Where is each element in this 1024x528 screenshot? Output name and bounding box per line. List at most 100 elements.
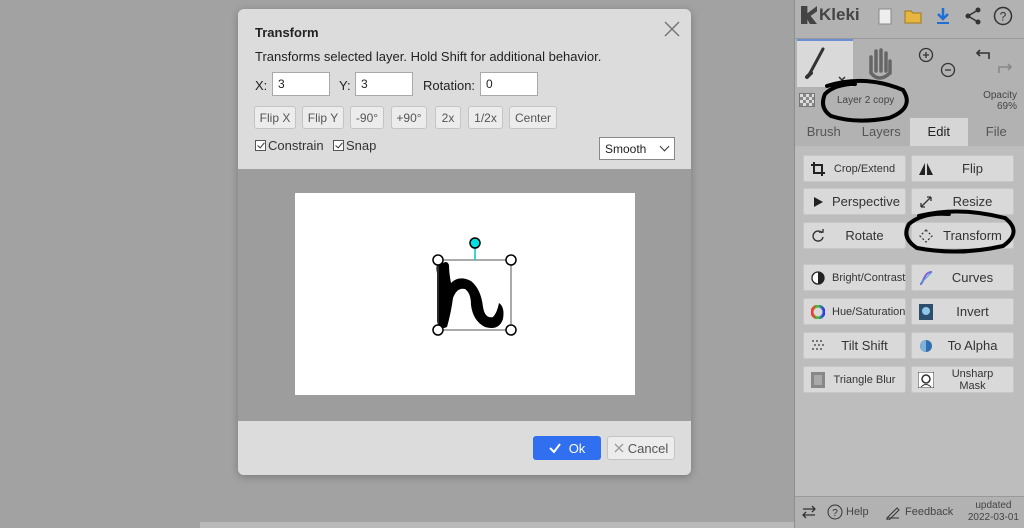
new-image-icon[interactable] [875, 6, 895, 26]
save-download-icon[interactable] [933, 6, 953, 26]
scale-handle-top-left[interactable] [432, 254, 444, 266]
side-panel: Kleki ? Layer 2 copy Opacity 69% Brush L… [794, 0, 1024, 528]
constrain-checkbox[interactable]: Constrain [255, 138, 324, 153]
updated-date: 2022-03-01 [967, 512, 1019, 523]
y-label: Y: [339, 78, 351, 93]
scale-handle-bottom-left[interactable] [432, 324, 444, 336]
rotation-label: Rotation: [423, 78, 476, 93]
to-alpha-label: To Alpha [947, 338, 998, 353]
app-name: Kleki [819, 5, 860, 24]
tab-brush[interactable]: Brush [795, 118, 853, 146]
bright-contrast-button[interactable]: Bright/Contrast [803, 264, 906, 291]
chevron-down-icon [659, 141, 670, 152]
perspective-button[interactable]: Perspective [803, 188, 906, 215]
transform-icon [918, 228, 934, 244]
open-folder-icon[interactable] [903, 6, 923, 26]
curves-button[interactable]: Curves [911, 264, 1014, 291]
preview-drawing [432, 237, 517, 336]
snap-label: Snap [346, 138, 377, 153]
x-label: X: [255, 78, 268, 93]
rotation-input[interactable]: 0 [480, 72, 538, 96]
svg-text:?: ? [832, 508, 838, 519]
flip-y-button[interactable]: Flip Y [302, 106, 344, 129]
scale-2x-button[interactable]: 2x [435, 106, 461, 129]
perspective-icon [810, 194, 826, 210]
dialog-description: Transforms selected layer. Hold Shift fo… [255, 49, 602, 64]
rotation-handle[interactable] [469, 237, 481, 249]
layer-opacity[interactable]: Opacity 69% [983, 90, 1017, 112]
unsharp-mask-button[interactable]: Unsharp Mask [911, 366, 1014, 393]
brush-tool[interactable] [797, 39, 853, 87]
help-icon[interactable]: ? [993, 6, 1013, 26]
layer-thumbnail [799, 93, 815, 107]
updated-label: updated [975, 500, 1012, 511]
snap-checkbox[interactable]: Snap [333, 138, 376, 153]
hand-tool[interactable] [857, 43, 901, 83]
feedback-label: Feedback [905, 506, 954, 518]
feedback-button[interactable]: Feedback [885, 504, 953, 520]
undo-redo-controls[interactable] [967, 43, 1021, 83]
ok-label: Ok [568, 440, 586, 456]
transform-label: Transform [943, 228, 1002, 243]
share-icon[interactable] [963, 6, 983, 26]
cancel-label: Cancel [627, 440, 669, 456]
hue-saturation-label: Hue/Saturation [832, 305, 906, 318]
rotate-left-button[interactable]: -90° [350, 106, 384, 129]
hue-icon [810, 304, 826, 320]
cancel-button[interactable]: Cancel [607, 436, 675, 460]
brush-icon [805, 47, 846, 82]
scale-handle-top-right[interactable] [505, 254, 517, 266]
y-input[interactable]: 3 [355, 72, 413, 96]
layer-row[interactable]: Layer 2 copy Opacity 69% [795, 88, 1024, 118]
tilt-shift-label: Tilt Shift [841, 338, 888, 353]
scale-half-button[interactable]: 1/2x [468, 106, 503, 129]
interpolation-select[interactable]: Smooth [599, 137, 675, 160]
triangle-blur-button[interactable]: Triangle Blur [803, 366, 906, 393]
tool-row [795, 38, 1024, 88]
bright-contrast-label: Bright/Contrast [832, 271, 906, 284]
curves-label: Curves [951, 270, 994, 285]
x-input[interactable]: 3 [272, 72, 330, 96]
flip-x-button[interactable]: Flip X [254, 106, 296, 129]
kleki-logo-icon [801, 6, 817, 24]
opacity-value: 69% [996, 101, 1017, 112]
unsharp-icon [918, 371, 934, 388]
zoom-icon [918, 47, 956, 78]
rotate-button[interactable]: Rotate [803, 222, 906, 249]
canvas-edge [200, 522, 794, 528]
bottom-bar: ? Help Feedback updated 2022-03-01 [795, 496, 1024, 528]
tab-edit[interactable]: Edit [910, 118, 968, 146]
invert-button[interactable]: Invert [911, 298, 1014, 325]
panel-tabs: Brush Layers Edit File [795, 118, 1024, 146]
unsharp-mask-label: Unsharp Mask [951, 367, 994, 392]
close-icon[interactable] [664, 21, 680, 37]
flip-button[interactable]: Flip [911, 155, 1014, 182]
center-button[interactable]: Center [509, 106, 557, 129]
dialog-title: Transform [255, 25, 319, 40]
preview-canvas[interactable] [295, 193, 635, 395]
interpolation-value: Smooth [605, 142, 647, 156]
toggle-side-icon[interactable] [801, 504, 817, 523]
resize-button[interactable]: Resize [911, 188, 1014, 215]
flip-label: Flip [962, 161, 983, 176]
crop-icon [810, 161, 826, 177]
hue-saturation-button[interactable]: Hue/Saturation [803, 298, 906, 325]
help-button[interactable]: ? Help [827, 504, 869, 520]
resize-label: Resize [952, 194, 993, 209]
edit-panel: Crop/Extend Flip Perspective Resize Rota… [795, 146, 1024, 496]
to-alpha-icon [918, 338, 934, 354]
scale-handle-bottom-right[interactable] [505, 324, 517, 336]
ok-button[interactable]: Ok [533, 436, 601, 460]
rotate-right-button[interactable]: +90° [391, 106, 427, 129]
to-alpha-button[interactable]: To Alpha [911, 332, 1014, 359]
close-x-icon [614, 443, 624, 453]
tilt-shift-button[interactable]: Tilt Shift [803, 332, 906, 359]
crop-extend-button[interactable]: Crop/Extend [803, 155, 906, 182]
zoom-controls[interactable] [907, 43, 961, 83]
transform-button[interactable]: Transform [911, 222, 1014, 249]
svg-text:?: ? [1000, 10, 1007, 24]
tab-layers[interactable]: Layers [853, 118, 911, 146]
tab-file[interactable]: File [968, 118, 1024, 146]
transform-preview-area [238, 169, 691, 421]
triangle-blur-label: Triangle Blur [833, 373, 896, 386]
